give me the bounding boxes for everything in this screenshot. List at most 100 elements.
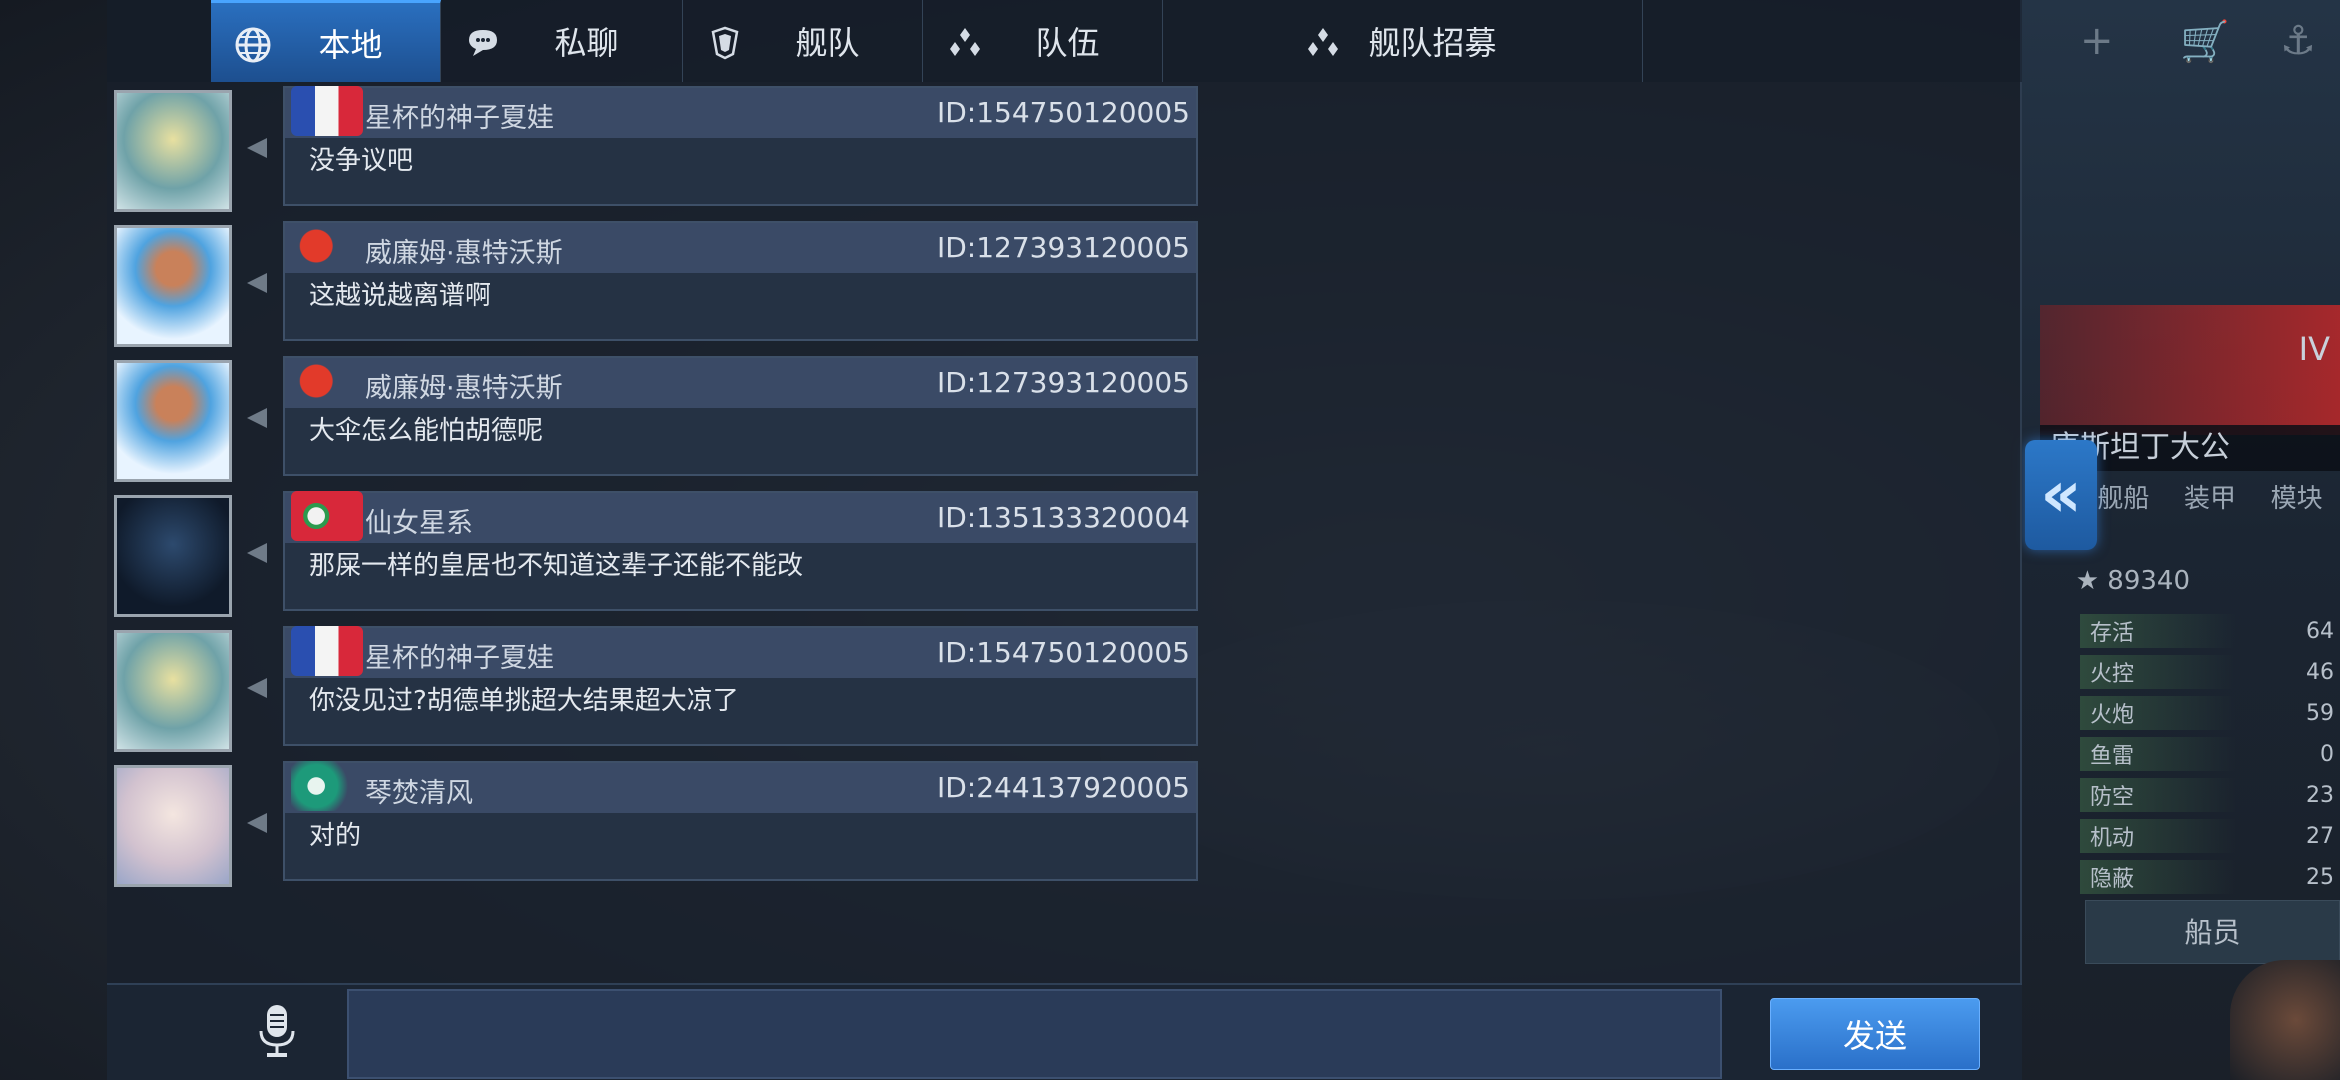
stat-row: 存活 64 <box>2080 614 2340 648</box>
avatar[interactable] <box>114 495 232 617</box>
french-flag-icon <box>291 86 363 136</box>
tab-ship[interactable]: 舰船 <box>2097 478 2149 515</box>
tab-module[interactable]: 模块 <box>2271 478 2323 515</box>
sender-name[interactable]: 威廉姆·惠特沃斯 <box>365 231 563 270</box>
collapse-chat-button[interactable]: « <box>2025 440 2097 550</box>
chat-message: 琴焚清风 ID:244137920005 对的 <box>107 761 1227 887</box>
chat-message: 星杯的神子夏娃 ID:154750120005 你没见过?胡德单挑超大结果超大凉… <box>107 626 1227 752</box>
commander-avatar[interactable] <box>2230 960 2340 1080</box>
chat-message: 仙女星系 ID:135133320004 那屎一样的皇居也不知道这辈子还能不能改 <box>107 491 1227 617</box>
message-header: 威廉姆·惠特沃斯 ID:127393120005 <box>285 221 1196 273</box>
message-header: 威廉姆·惠特沃斯 ID:127393120005 <box>285 356 1196 408</box>
microphone-button[interactable] <box>247 1001 307 1065</box>
french-flag-icon <box>291 626 363 676</box>
tab-label: 私聊 <box>554 24 619 62</box>
ship-stats: 存活 64 火控 46 火炮 59 鱼雷 0 防空 23 机动 27 隐蔽 25 <box>2080 614 2340 901</box>
message-text: 这越说越离谱啊 <box>309 281 492 311</box>
stat-row: 鱼雷 0 <box>2080 737 2340 771</box>
sender-name[interactable]: 星杯的神子夏娃 <box>365 636 554 675</box>
cart-icon[interactable]: 🛒 <box>2180 18 2230 65</box>
message-list: 星杯的神子夏娃 ID:154750120005 没争议吧 威廉姆·惠特沃斯 ID… <box>107 86 2022 981</box>
sender-name[interactable]: 威廉姆·惠特沃斯 <box>365 366 563 405</box>
globe-icon <box>233 25 273 65</box>
tab-label: 舰队招募 <box>1368 24 1497 62</box>
stat-row: 火炮 59 <box>2080 696 2340 730</box>
sender-id: ID:127393120005 <box>936 231 1190 264</box>
sender-name[interactable]: 星杯的神子夏娃 <box>365 96 554 135</box>
tab-label: 本地 <box>318 25 383 64</box>
power-rating: ★ 89340 <box>2075 566 2190 596</box>
chat-message: 威廉姆·惠特沃斯 ID:127393120005 大伞怎么能怕胡德呢 <box>107 356 1227 482</box>
avatar[interactable] <box>114 90 232 212</box>
crew-button[interactable]: 船员 <box>2085 900 2340 964</box>
bubble-pointer <box>247 678 267 698</box>
bubble-pointer <box>247 813 267 833</box>
message-bubble: 琴焚清风 ID:244137920005 对的 <box>283 761 1198 881</box>
stat-row: 隐蔽 25 <box>2080 860 2340 894</box>
tab-label: 舰队 <box>795 24 860 62</box>
message-input[interactable] <box>347 989 1722 1079</box>
sender-id: ID:154750120005 <box>936 636 1190 669</box>
chat-input-bar: 发送 <box>107 983 2022 1080</box>
message-bubble: 威廉姆·惠特沃斯 ID:127393120005 大伞怎么能怕胡德呢 <box>283 356 1198 476</box>
chat-tabs: 本地 私聊 舰队 队伍 舰队招募 <box>107 0 2022 82</box>
bubble-pointer <box>247 543 267 563</box>
stat-row: 防空 23 <box>2080 778 2340 812</box>
lantern-icon <box>291 356 363 406</box>
message-text: 大伞怎么能怕胡德呢 <box>309 416 544 446</box>
tab-fleet-recruit[interactable]: 舰队招募 <box>1163 0 1643 82</box>
red-flag-icon <box>291 491 363 541</box>
stat-row: 机动 27 <box>2080 819 2340 853</box>
message-bubble: 威廉姆·惠特沃斯 ID:127393120005 这越说越离谱啊 <box>283 221 1198 341</box>
bubble-pointer <box>247 273 267 293</box>
message-header: 星杯的神子夏娃 ID:154750120005 <box>285 626 1196 678</box>
tab-label: 队伍 <box>1035 24 1100 62</box>
sender-id: ID:244137920005 <box>936 771 1190 804</box>
message-header: 仙女星系 ID:135133320004 <box>285 491 1196 543</box>
bubble-pointer <box>247 138 267 158</box>
ship-tabs: 舰船 装甲 模块 <box>2080 478 2340 515</box>
avatar[interactable] <box>114 360 232 482</box>
message-text: 你没见过?胡德单挑超大结果超大凉了 <box>309 686 739 716</box>
avatar[interactable] <box>114 765 232 887</box>
top-right-icons: + 🛒 ⚓ <box>2040 0 2340 90</box>
message-bubble: 星杯的神子夏娃 ID:154750120005 你没见过?胡德单挑超大结果超大凉… <box>283 626 1198 746</box>
recruit-icon <box>1303 22 1343 62</box>
tab-private[interactable]: 私聊 <box>441 0 683 82</box>
double-chevron-left-icon: « <box>2040 458 2082 532</box>
avatar[interactable] <box>114 225 232 347</box>
chat-panel: 本地 私聊 舰队 队伍 舰队招募 星杯的神子夏娃 ID:154750120005… <box>107 0 2022 1080</box>
team-icon <box>945 22 985 62</box>
tab-armor[interactable]: 装甲 <box>2184 478 2236 515</box>
stat-row: 火控 46 <box>2080 655 2340 689</box>
chat-message: 威廉姆·惠特沃斯 ID:127393120005 这越说越离谱啊 <box>107 221 1227 347</box>
chat-bubble-icon <box>463 22 503 62</box>
ship-tier: IV <box>2298 330 2330 368</box>
fleet-icon <box>705 22 745 62</box>
sender-name[interactable]: 琴焚清风 <box>365 771 473 810</box>
message-bubble: 仙女星系 ID:135133320004 那屎一样的皇居也不知道这辈子还能不能改 <box>283 491 1198 611</box>
message-bubble: 星杯的神子夏娃 ID:154750120005 没争议吧 <box>283 86 1198 206</box>
lantern-icon <box>291 221 363 271</box>
message-text: 那屎一样的皇居也不知道这辈子还能不能改 <box>309 551 804 581</box>
message-text: 没争议吧 <box>309 146 414 176</box>
tab-team[interactable]: 队伍 <box>923 0 1163 82</box>
chat-message: 星杯的神子夏娃 ID:154750120005 没争议吧 <box>107 86 1227 212</box>
message-text: 对的 <box>309 821 362 851</box>
tab-local[interactable]: 本地 <box>211 0 441 82</box>
send-button[interactable]: 发送 <box>1770 998 1980 1070</box>
sender-id: ID:127393120005 <box>936 366 1190 399</box>
plus-icon[interactable]: + <box>2080 18 2114 64</box>
anchor-icon[interactable]: ⚓ <box>2280 18 2316 64</box>
tab-fleet[interactable]: 舰队 <box>683 0 923 82</box>
sender-id: ID:135133320004 <box>936 501 1190 534</box>
sender-name[interactable]: 仙女星系 <box>365 501 473 540</box>
message-header: 琴焚清风 ID:244137920005 <box>285 761 1196 813</box>
ship-banner <box>2040 305 2340 435</box>
green-flag-icon <box>291 761 363 811</box>
microphone-icon <box>253 1001 301 1065</box>
message-header: 星杯的神子夏娃 ID:154750120005 <box>285 86 1196 138</box>
avatar[interactable] <box>114 630 232 752</box>
bubble-pointer <box>247 408 267 428</box>
sender-id: ID:154750120005 <box>936 96 1190 129</box>
